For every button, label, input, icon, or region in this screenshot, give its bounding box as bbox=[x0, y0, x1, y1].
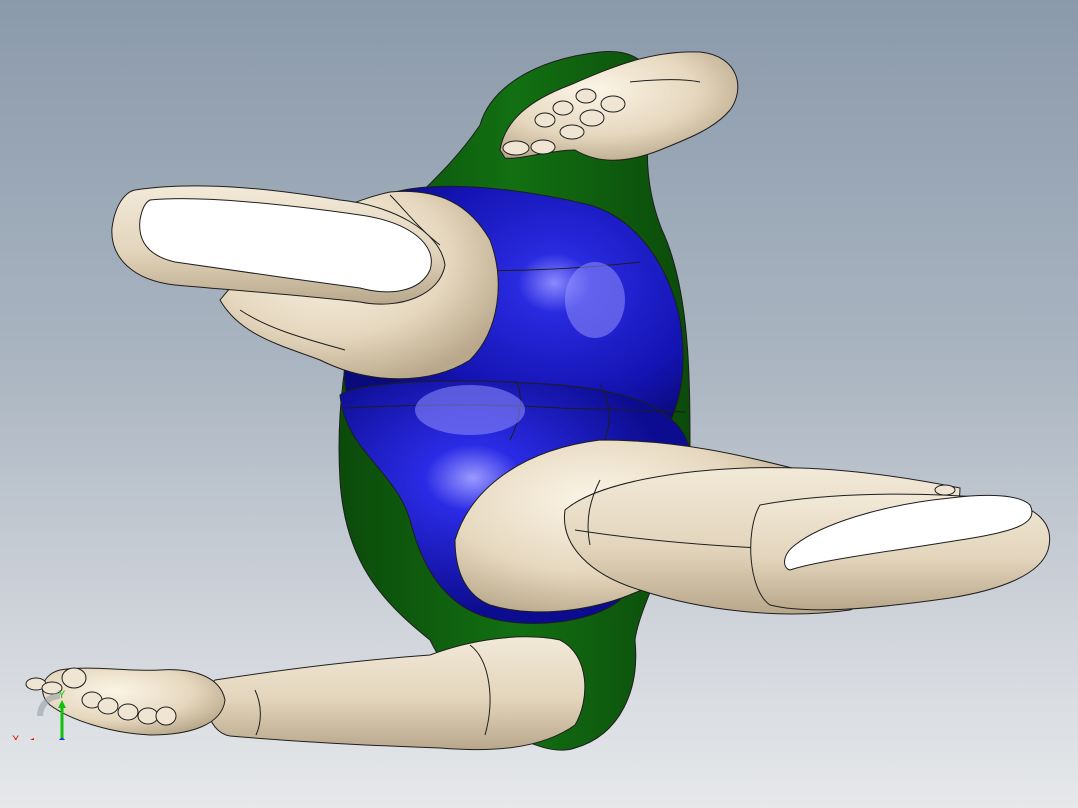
lower-left-arm[interactable] bbox=[206, 636, 586, 751]
y-axis-label: Y bbox=[58, 689, 66, 701]
triad-arc bbox=[37, 693, 61, 717]
z-axis-point bbox=[59, 738, 65, 740]
y-axis-arrowhead bbox=[58, 700, 66, 708]
x-axis-arrowhead bbox=[30, 738, 34, 740]
coordinate-triad: X Y bbox=[12, 689, 66, 740]
3d-model-canvas[interactable] bbox=[0, 0, 1078, 808]
x-axis-label: X bbox=[12, 734, 20, 740]
graphics-viewport[interactable]: X Y bbox=[0, 0, 1078, 808]
